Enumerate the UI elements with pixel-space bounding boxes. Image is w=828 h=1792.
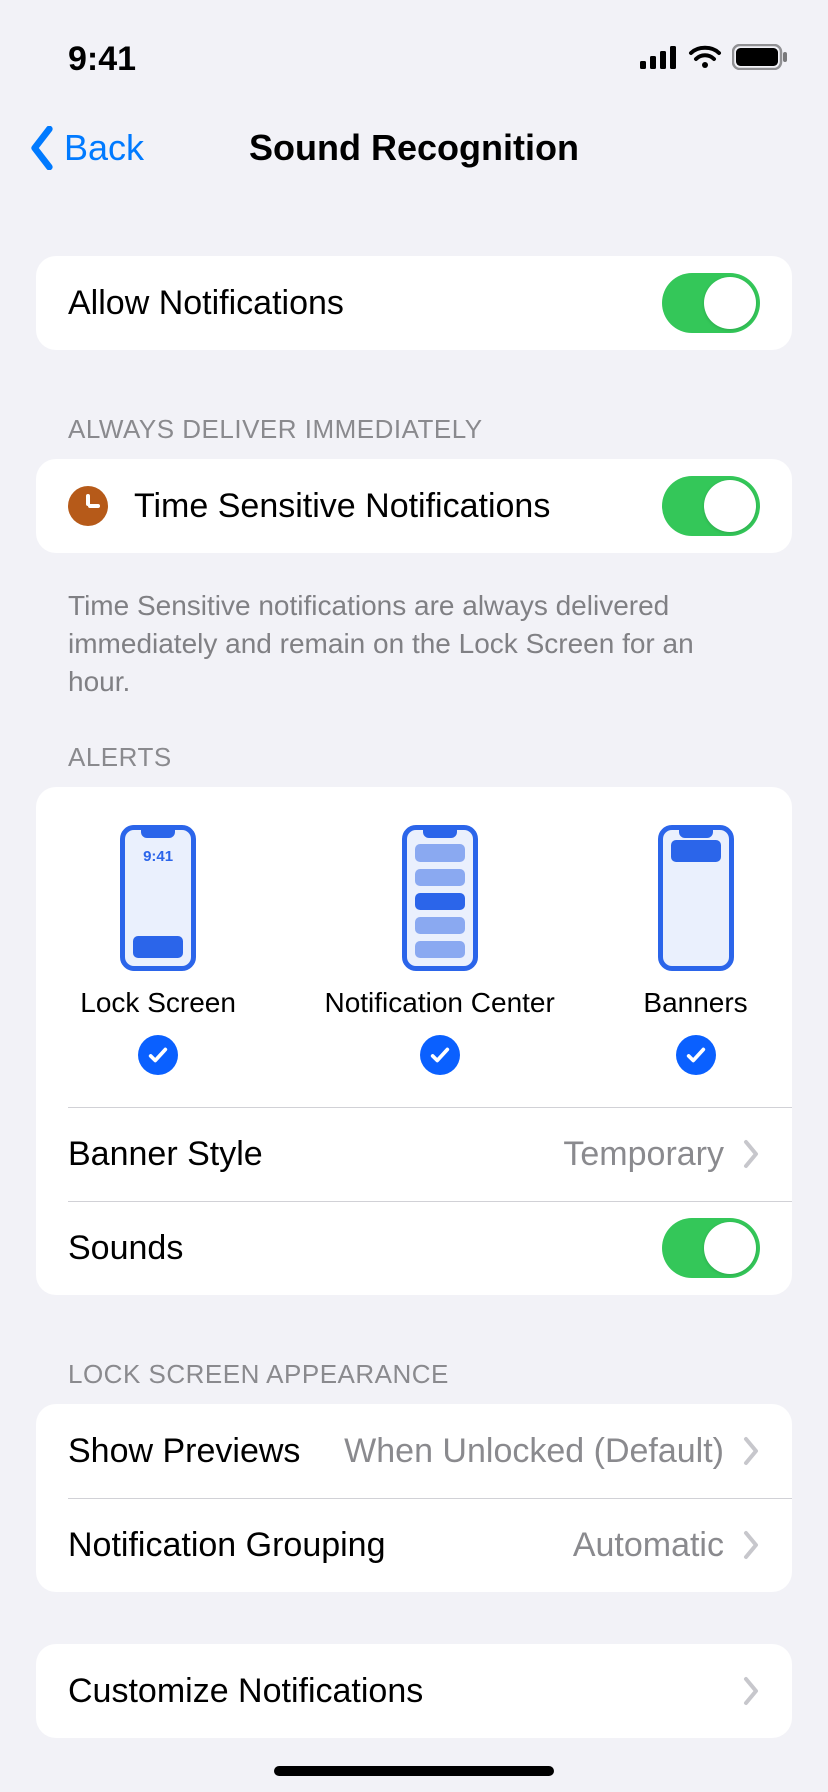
row-sounds: Sounds	[36, 1201, 792, 1295]
nav-header: Back Sound Recognition	[0, 100, 828, 196]
lock-screen-preview-icon: 9:41	[120, 825, 196, 971]
sounds-toggle[interactable]	[662, 1218, 760, 1278]
row-customize-notifications[interactable]: Customize Notifications	[36, 1644, 792, 1738]
home-indicator[interactable]	[274, 1766, 554, 1776]
back-button[interactable]: Back	[0, 126, 144, 170]
clock-icon	[68, 486, 108, 526]
chevron-right-icon	[742, 1139, 760, 1169]
section-header-lock-screen-appearance: Lock Screen Appearance	[36, 1347, 792, 1404]
cellular-icon	[640, 45, 678, 74]
show-previews-value: When Unlocked (Default)	[344, 1432, 724, 1471]
sounds-label: Sounds	[68, 1229, 183, 1268]
group-alerts: 9:41 Lock Screen Notification Center	[36, 787, 792, 1295]
notification-grouping-value: Automatic	[573, 1526, 724, 1565]
row-banner-style[interactable]: Banner Style Temporary	[36, 1107, 792, 1201]
group-allow-notifications: Allow Notifications	[36, 256, 792, 350]
banners-preview-icon	[658, 825, 734, 971]
checkmark-icon	[138, 1035, 178, 1075]
group-lock-screen-appearance: Show Previews When Unlocked (Default) No…	[36, 1404, 792, 1592]
chevron-right-icon	[742, 1436, 760, 1466]
wifi-icon	[688, 45, 722, 74]
back-label: Back	[64, 127, 144, 169]
status-time: 9:41	[68, 40, 136, 79]
checkmark-icon	[676, 1035, 716, 1075]
chevron-right-icon	[742, 1676, 760, 1706]
lock-screen-preview-clock: 9:41	[125, 848, 191, 865]
battery-icon	[732, 44, 788, 75]
time-sensitive-label: Time Sensitive Notifications	[134, 487, 550, 526]
checkmark-icon	[420, 1035, 460, 1075]
show-previews-label: Show Previews	[68, 1432, 300, 1471]
alert-option-lock-screen[interactable]: 9:41 Lock Screen	[80, 825, 236, 1075]
chevron-left-icon	[24, 126, 60, 170]
row-allow-notifications: Allow Notifications	[36, 256, 792, 350]
group-customize-notifications: Customize Notifications	[36, 1644, 792, 1738]
status-indicators	[640, 44, 788, 75]
banner-style-label: Banner Style	[68, 1135, 263, 1174]
alert-style-options: 9:41 Lock Screen Notification Center	[36, 787, 792, 1107]
status-bar: 9:41	[0, 0, 828, 100]
notification-center-preview-icon	[402, 825, 478, 971]
notification-grouping-label: Notification Grouping	[68, 1526, 386, 1565]
chevron-right-icon	[742, 1530, 760, 1560]
banner-style-value: Temporary	[563, 1135, 724, 1174]
allow-notifications-toggle[interactable]	[662, 273, 760, 333]
alert-option-notification-center[interactable]: Notification Center	[324, 825, 554, 1075]
alert-option-notification-center-label: Notification Center	[324, 987, 554, 1019]
row-show-previews[interactable]: Show Previews When Unlocked (Default)	[36, 1404, 792, 1498]
alert-option-lock-screen-label: Lock Screen	[80, 987, 236, 1019]
alert-option-banners[interactable]: Banners	[643, 825, 747, 1075]
customize-notifications-label: Customize Notifications	[68, 1672, 423, 1711]
section-header-always-deliver: Always Deliver Immediately	[36, 402, 792, 459]
group-time-sensitive: Time Sensitive Notifications	[36, 459, 792, 553]
time-sensitive-toggle[interactable]	[662, 476, 760, 536]
section-header-alerts: Alerts	[36, 730, 792, 787]
time-sensitive-footer: Time Sensitive notifications are always …	[36, 573, 792, 700]
row-time-sensitive: Time Sensitive Notifications	[36, 459, 792, 553]
alert-option-banners-label: Banners	[643, 987, 747, 1019]
allow-notifications-label: Allow Notifications	[68, 284, 344, 323]
row-notification-grouping[interactable]: Notification Grouping Automatic	[36, 1498, 792, 1592]
